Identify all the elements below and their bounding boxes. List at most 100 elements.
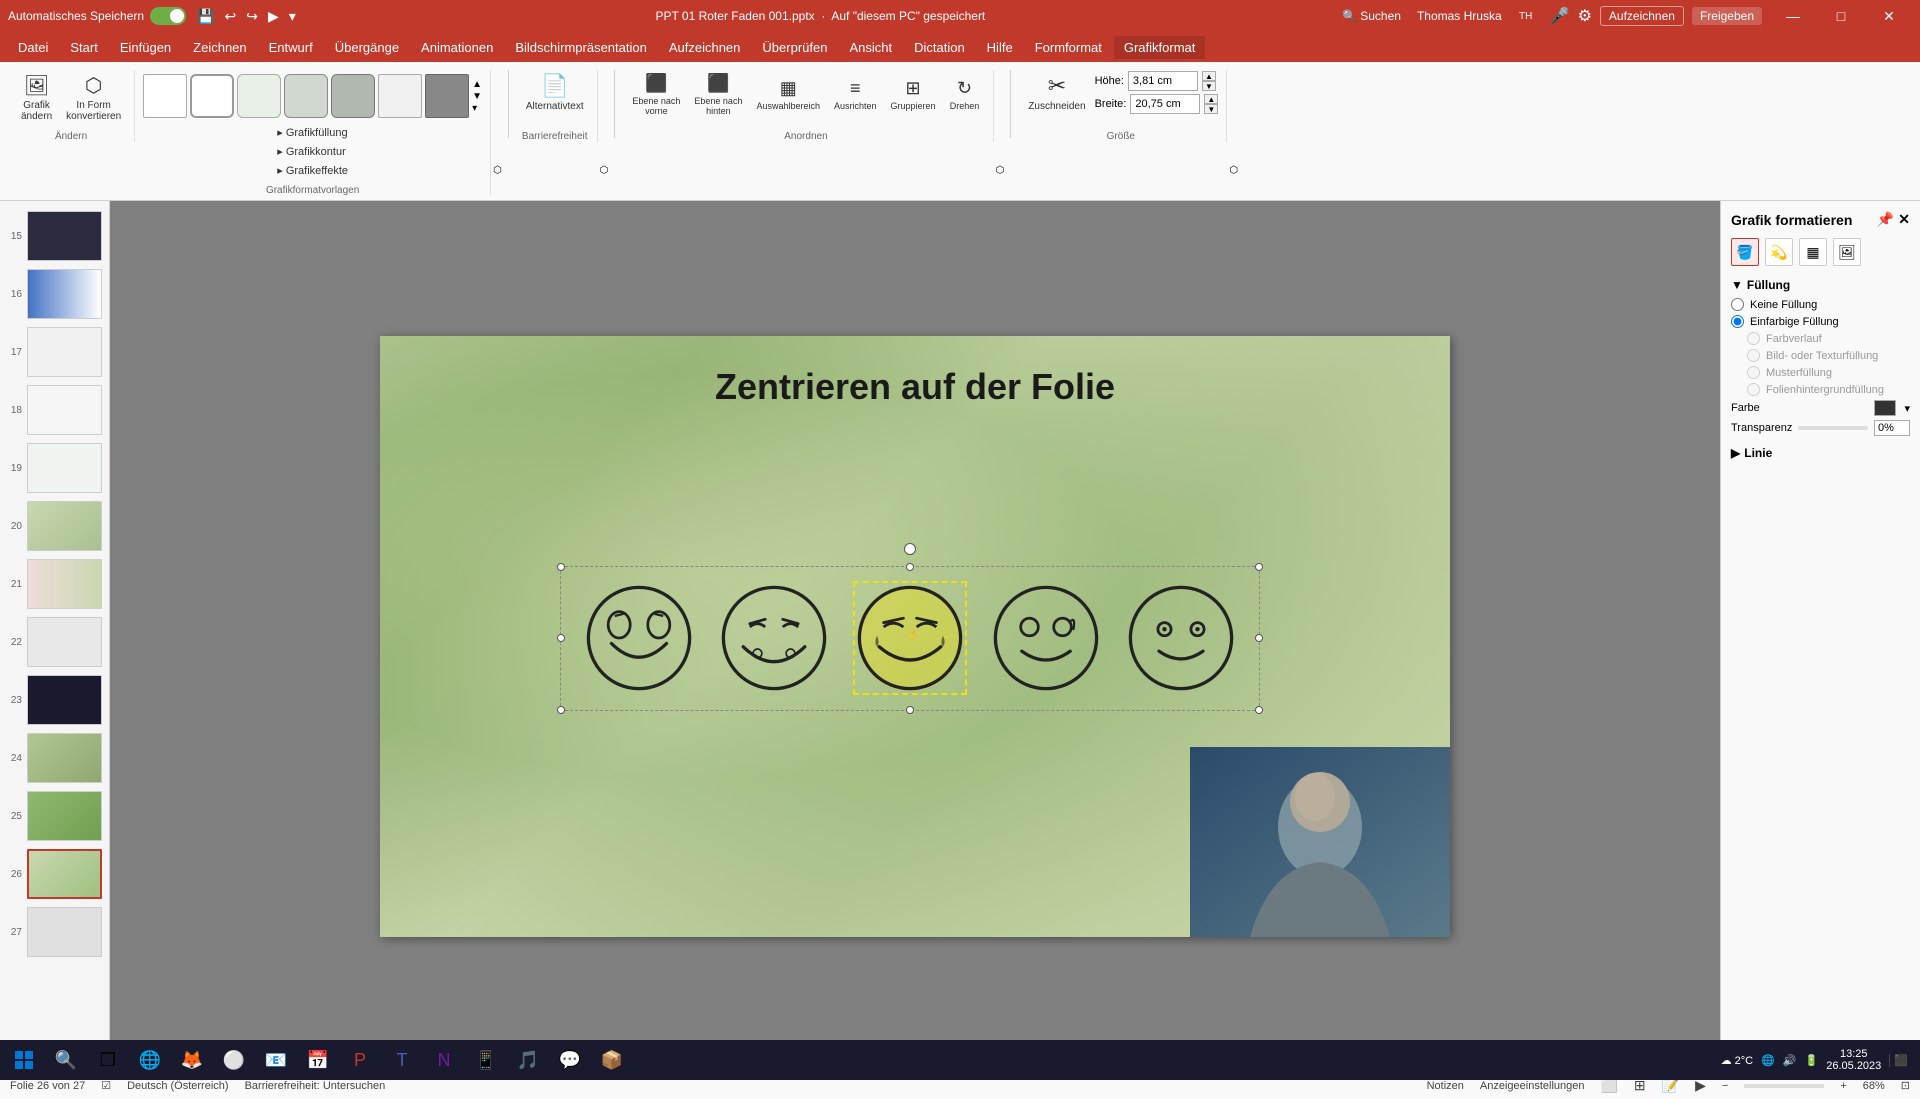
- taskbar-app-extra4[interactable]: 📦: [592, 1042, 632, 1078]
- fuellung-title[interactable]: ▼ Füllung: [1731, 278, 1910, 292]
- notizen-btn[interactable]: Notizen: [1427, 1080, 1464, 1092]
- menu-aufzeichnen[interactable]: Aufzeichnen: [659, 36, 751, 59]
- taskbar-taskview[interactable]: ❐: [88, 1042, 128, 1078]
- panel-close-icon[interactable]: ✕: [1898, 211, 1910, 228]
- hoehe-input[interactable]: [1128, 71, 1198, 91]
- transparenz-input[interactable]: [1874, 420, 1910, 436]
- zoom-slider[interactable]: [1744, 1084, 1824, 1088]
- panel-layout-icon[interactable]: ▦: [1799, 238, 1827, 266]
- breite-input[interactable]: [1130, 94, 1200, 114]
- menu-ansicht[interactable]: Ansicht: [839, 36, 902, 59]
- hoehe-up[interactable]: ▲: [1202, 71, 1216, 81]
- ausrichten-button[interactable]: ≡ Ausrichten: [829, 75, 882, 114]
- panel-fill-icon[interactable]: 🪣: [1731, 238, 1759, 266]
- maximize-button[interactable]: □: [1818, 0, 1864, 32]
- barrierefreiheit-expand[interactable]: ⬡: [598, 163, 611, 178]
- folienhintergrund-radio[interactable]: [1747, 383, 1760, 396]
- einfarbige-fuellung-radio[interactable]: [1731, 315, 1744, 328]
- slide-thumb-15[interactable]: 15: [5, 209, 104, 263]
- menu-entwurf[interactable]: Entwurf: [259, 36, 323, 59]
- taskbar-chrome[interactable]: ⚪: [214, 1042, 254, 1078]
- slide-thumb-27[interactable]: 27: [5, 905, 104, 959]
- menu-zeichnen[interactable]: Zeichnen: [183, 36, 256, 59]
- menu-ueberpruefen[interactable]: Überprüfen: [752, 36, 837, 59]
- slide-thumb-25[interactable]: 25: [5, 789, 104, 843]
- emoji-3-tears[interactable]: ✋: [855, 583, 965, 693]
- alternativtext-button[interactable]: 📄 Alternativtext: [521, 70, 589, 115]
- taskbar-powerpoint[interactable]: P: [340, 1042, 380, 1078]
- menu-einfuegen[interactable]: Einfügen: [110, 36, 181, 59]
- search-bar[interactable]: 🔍 Suchen: [1342, 9, 1401, 23]
- drehen-button[interactable]: ↻ Drehen: [945, 75, 985, 114]
- record-btn[interactable]: Aufzeichnen: [1600, 6, 1684, 26]
- handle-mid-right[interactable]: [1255, 634, 1263, 642]
- slide-thumb-17[interactable]: 17: [5, 325, 104, 379]
- anordnen-expand[interactable]: ⬡: [994, 163, 1007, 178]
- style-down[interactable]: ▼: [472, 91, 482, 102]
- share-btn[interactable]: Freigeben: [1692, 7, 1762, 25]
- hoehe-down[interactable]: ▼: [1202, 81, 1216, 91]
- grafik-aendern-button[interactable]: 🖼 Grafikändern: [16, 70, 57, 125]
- systray-network[interactable]: 🌐: [1761, 1054, 1775, 1067]
- emoji-4-warmsmile[interactable]: [991, 583, 1101, 693]
- fit-btn[interactable]: ⊡: [1901, 1079, 1910, 1092]
- taskbar-firefox[interactable]: 🦊: [172, 1042, 212, 1078]
- shape-preset-5[interactable]: [331, 74, 375, 118]
- shape-preset-6[interactable]: [378, 74, 422, 118]
- shape-preset-4[interactable]: [284, 74, 328, 118]
- taskbar-app-extra2[interactable]: 🎵: [508, 1042, 548, 1078]
- styles-expand-btn[interactable]: ⬡: [491, 163, 504, 178]
- slide-thumb-16[interactable]: 16: [5, 267, 104, 321]
- menu-dictation[interactable]: Dictation: [904, 36, 975, 59]
- style-more[interactable]: ▾: [472, 103, 482, 114]
- taskbar-edge[interactable]: 🌐: [130, 1042, 170, 1078]
- handle-top-mid[interactable]: [906, 563, 914, 571]
- taskbar-mail[interactable]: 📧: [256, 1042, 296, 1078]
- breite-down[interactable]: ▼: [1204, 104, 1218, 114]
- dictation-icon[interactable]: 🎤: [1550, 6, 1570, 26]
- auswahlbereich-button[interactable]: ▦ Auswahlbereich: [751, 75, 825, 114]
- taskbar-app-extra1[interactable]: 📱: [466, 1042, 506, 1078]
- keine-fuellung-radio[interactable]: [1731, 298, 1744, 311]
- panel-image-icon[interactable]: 🖼: [1833, 238, 1861, 266]
- panel-pin-icon[interactable]: 📌: [1877, 211, 1894, 228]
- present-icon[interactable]: ▶: [265, 6, 282, 27]
- rotate-handle[interactable]: [904, 543, 916, 555]
- start-button[interactable]: [4, 1042, 44, 1078]
- handle-bot-left[interactable]: [557, 706, 565, 714]
- slide-thumb-20[interactable]: 20: [5, 499, 104, 553]
- slide-canvas[interactable]: Zentrieren auf der Folie: [380, 336, 1450, 937]
- menu-animationen[interactable]: Animationen: [411, 36, 503, 59]
- transparenz-slider[interactable]: [1798, 426, 1868, 430]
- ebene-hinten-button[interactable]: ⬛ Ebene nachhinten: [689, 70, 747, 119]
- redo-icon[interactable]: ↪: [243, 6, 261, 27]
- menu-uebergaenge[interactable]: Übergänge: [325, 36, 409, 59]
- shape-preset-3[interactable]: [237, 74, 281, 118]
- show-desktop-btn[interactable]: ⬛: [1889, 1054, 1908, 1067]
- save-icon[interactable]: 💾: [194, 6, 217, 27]
- zuschneiden-button[interactable]: ✂ Zuschneiden: [1023, 70, 1090, 115]
- slide-thumb-19[interactable]: 19: [5, 441, 104, 495]
- zoom-out-btn[interactable]: −: [1722, 1080, 1728, 1092]
- in-form-button[interactable]: ⬡ In Formkonvertieren: [61, 70, 126, 125]
- taskbar-app-extra3[interactable]: 💬: [550, 1042, 590, 1078]
- emoji-group[interactable]: ✋: [560, 566, 1260, 711]
- taskbar-onenote[interactable]: N: [424, 1042, 464, 1078]
- slide-thumb-23[interactable]: 23: [5, 673, 104, 727]
- handle-top-right[interactable]: [1255, 563, 1263, 571]
- menu-datei[interactable]: Datei: [8, 36, 58, 59]
- style-up[interactable]: ▲: [472, 79, 482, 90]
- shape-preset-7[interactable]: [425, 74, 469, 118]
- anzeigeeinstellungen-btn[interactable]: Anzeigeeinstellungen: [1480, 1080, 1585, 1092]
- gruppieren-button[interactable]: ⊞ Gruppieren: [886, 75, 941, 114]
- linie-title[interactable]: ▶ Linie: [1731, 446, 1910, 460]
- menu-bildschirm[interactable]: Bildschirmpräsentation: [505, 36, 657, 59]
- handle-mid-left[interactable]: [557, 634, 565, 642]
- taskbar-search[interactable]: 🔍: [46, 1042, 86, 1078]
- menu-grafikformat[interactable]: Grafikformat: [1114, 36, 1206, 59]
- taskbar-outlook[interactable]: 📅: [298, 1042, 338, 1078]
- farbverlauf-radio[interactable]: [1747, 332, 1760, 345]
- grafikfuellung-btn[interactable]: ▸ Grafikfüllung: [271, 124, 354, 141]
- slide-thumb-21[interactable]: 21: [5, 557, 104, 611]
- menu-hilfe[interactable]: Hilfe: [977, 36, 1023, 59]
